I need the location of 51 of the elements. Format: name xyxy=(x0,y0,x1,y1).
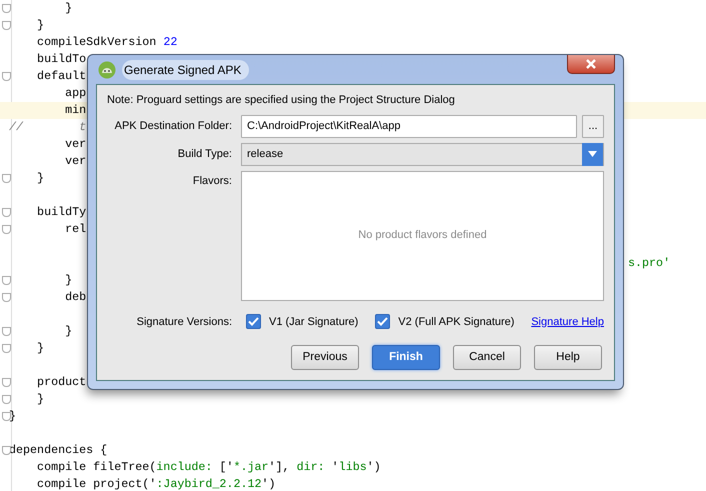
code-line: app xyxy=(64,85,86,102)
code-line: compile fileTree(include: ['*.jar'], dir: 'libs') xyxy=(36,459,381,476)
code-line: } xyxy=(9,408,16,425)
code-line: buildTy xyxy=(36,204,86,221)
code-line: ver xyxy=(64,153,86,170)
code-line: default xyxy=(36,68,86,85)
caret-icon xyxy=(588,151,597,157)
code-line: } xyxy=(64,272,72,289)
android-icon xyxy=(98,60,116,78)
checkbox-label: V2 (Full APK Signature) xyxy=(398,314,514,330)
note-text: Note: Proguard settings are specified using the Project Structure Dialog xyxy=(107,93,456,108)
dialog-button[interactable]: Help xyxy=(534,345,602,370)
help-link[interactable]: Signature Help xyxy=(531,314,604,330)
code-line: } xyxy=(36,340,44,357)
dialog-button[interactable]: Cancel xyxy=(453,345,521,370)
code-line: s.pro' xyxy=(628,255,672,272)
code-line: product xyxy=(36,374,86,391)
empty-text: No product flavors defined xyxy=(358,228,487,244)
code-line: } xyxy=(64,323,72,340)
dropdown-value: release xyxy=(247,146,284,162)
code-line: dependencies { xyxy=(9,442,108,459)
code-line: compileSdkVersion 22 xyxy=(36,34,178,51)
code-line: rel xyxy=(64,221,86,238)
code-line: } xyxy=(36,391,44,408)
window-title: Generate Signed APK xyxy=(122,60,250,80)
code-line: compile project(':Jaybird_2.2.12') xyxy=(36,476,276,491)
field-label: Flavors: xyxy=(192,174,233,188)
field-label: Build Type: xyxy=(176,146,233,162)
checkbox[interactable] xyxy=(246,314,261,330)
field-label: APK Destination Folder: xyxy=(114,118,233,134)
close-icon xyxy=(585,59,597,69)
fold-icon[interactable] xyxy=(2,446,11,455)
dialog-button[interactable]: Previous xyxy=(291,345,359,370)
checkbox[interactable] xyxy=(375,314,390,330)
code-line: ver xyxy=(64,136,86,153)
fold-icon[interactable] xyxy=(2,174,11,183)
code-line: min xyxy=(64,102,86,119)
code-line: // t xyxy=(9,119,86,136)
close-button[interactable] xyxy=(567,55,615,74)
code-line: } xyxy=(64,0,72,17)
code-line: } xyxy=(36,17,44,34)
browse-button[interactable]: ... xyxy=(582,114,604,138)
build-type-dropdown[interactable]: release xyxy=(241,142,604,166)
dialog-button[interactable]: Finish xyxy=(372,345,440,370)
code-line: } xyxy=(36,170,44,187)
code-line: deb xyxy=(64,289,86,306)
fold-icon[interactable] xyxy=(2,72,11,81)
checkbox-label: V1 (Jar Signature) xyxy=(269,314,358,330)
code-line: buildTo xyxy=(36,51,86,68)
field-label: Signature Versions: xyxy=(136,314,233,330)
folder-field[interactable]: C:\AndroidProject\KitRealA\app xyxy=(241,114,577,138)
